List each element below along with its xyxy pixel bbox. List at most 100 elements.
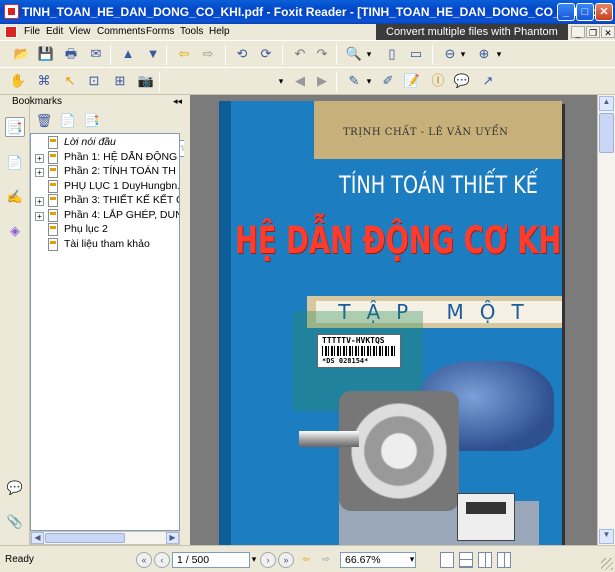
bookmark-page-icon: [48, 136, 58, 149]
typewriter-icon[interactable]: Ⓘ: [428, 71, 448, 91]
promo-banner[interactable]: Convert multiple files with Phantom: [376, 24, 568, 40]
bookmarks-panel-icon[interactable]: 📑: [5, 117, 25, 137]
scroll-left-button[interactable]: ◀: [31, 532, 44, 544]
open-folder-icon[interactable]: 📂: [12, 44, 32, 64]
text-tool-icon[interactable]: ⊞: [110, 71, 130, 91]
zoom-level-dropdown-icon[interactable]: ▾: [404, 552, 420, 568]
hand-tool-icon[interactable]: ✋: [8, 71, 28, 91]
document-vertical-scrollbar[interactable]: ▲ ▼: [597, 95, 615, 545]
resize-grip[interactable]: [601, 558, 613, 570]
menu-view[interactable]: View: [69, 26, 91, 37]
next-page-circle-icon[interactable]: ▼: [143, 44, 163, 64]
new-child-bookmark-icon[interactable]: 📑: [82, 111, 102, 131]
paperclip-icon[interactable]: 📎: [5, 512, 25, 532]
title-bar[interactable]: TINH_TOAN_HE_DAN_DONG_CO_KHI.pdf - Foxit…: [0, 0, 615, 24]
print-icon[interactable]: 🖶: [61, 44, 81, 64]
add-bookmark-icon[interactable]: 📄: [58, 111, 78, 131]
zoom-in-dropdown-icon[interactable]: ▾: [494, 44, 504, 64]
layers-panel-icon[interactable]: ✍: [5, 187, 25, 207]
bookmark-label: Lời nói đầu: [64, 136, 116, 148]
history-forward-icon[interactable]: ⇨: [318, 552, 334, 568]
zoom-out-dropdown-icon[interactable]: ▾: [458, 44, 468, 64]
menu-file[interactable]: File: [24, 26, 40, 37]
forward-arrow-icon[interactable]: ⇨: [198, 44, 218, 64]
control-panel-illustration: [457, 493, 515, 541]
find-prev-icon[interactable]: ◀: [290, 71, 310, 91]
expand-toggle-icon[interactable]: +: [35, 153, 44, 163]
continuous-view-icon[interactable]: [459, 552, 473, 568]
expand-toggle-icon[interactable]: +: [35, 168, 44, 177]
bookmark-page-icon: [48, 165, 58, 178]
bookmark-label: Phần 2: TÍNH TOÁN TH: [64, 165, 176, 177]
prev-page-circle-icon[interactable]: ▲: [118, 44, 138, 64]
menu-tools[interactable]: Tools: [180, 26, 203, 37]
save-icon[interactable]: 💾: [36, 44, 56, 64]
bookmark-label: Tài liệu tham khảo: [64, 237, 150, 250]
undo-icon[interactable]: ↶: [290, 44, 310, 64]
fit-page-icon[interactable]: ▯: [382, 44, 402, 64]
prev-page-button[interactable]: ‹: [154, 552, 170, 568]
pen-dropdown-icon[interactable]: ▾: [364, 71, 374, 91]
doc-close-button[interactable]: ✕: [601, 26, 615, 38]
scroll-up-button[interactable]: ▲: [599, 96, 614, 111]
redo-icon[interactable]: ↷: [312, 44, 332, 64]
minimize-button[interactable]: _: [557, 3, 575, 21]
attachments-eraser-icon[interactable]: ◈: [5, 221, 25, 241]
zoom-out-icon[interactable]: ⊖: [440, 44, 460, 64]
comments-panel-icon[interactable]: 💬: [5, 478, 25, 498]
note-edit-icon[interactable]: 📝: [402, 71, 422, 91]
highlight-icon[interactable]: ✐: [378, 71, 398, 91]
continuous-facing-view-icon[interactable]: [497, 552, 511, 568]
find-next-icon[interactable]: ▶: [312, 71, 332, 91]
menu-help[interactable]: Help: [209, 26, 230, 37]
document-scroll-thumb[interactable]: [599, 113, 614, 153]
document-icon[interactable]: [5, 26, 17, 38]
snapshot-icon[interactable]: ⊡: [84, 71, 104, 91]
expand-toggle-icon[interactable]: +: [35, 211, 44, 221]
gear-illustration: [339, 391, 459, 511]
toolbar-separator: [282, 45, 283, 65]
page-number-field[interactable]: 1 / 500: [172, 552, 250, 568]
scroll-thumb[interactable]: [45, 533, 125, 543]
doc-minimize-button[interactable]: _: [571, 26, 585, 38]
menu-forms[interactable]: Forms: [146, 26, 174, 37]
comment-icon[interactable]: 💬: [452, 71, 472, 91]
select-text-icon[interactable]: ⌘: [34, 71, 54, 91]
history-back-icon[interactable]: ⇦: [298, 552, 314, 568]
zoom-tool-icon[interactable]: 🔍: [344, 44, 364, 64]
email-icon[interactable]: ✉: [86, 44, 106, 64]
pages-panel-icon[interactable]: 📄: [5, 153, 25, 173]
camera-icon[interactable]: 📷: [136, 71, 156, 91]
find-dropdown-icon[interactable]: ▾: [276, 71, 286, 91]
back-arrow-icon[interactable]: ⇦: [174, 44, 194, 64]
facing-view-icon[interactable]: [478, 552, 492, 568]
menu-comments[interactable]: Comments: [97, 26, 145, 37]
rotate-right-icon[interactable]: ⟳: [256, 44, 276, 64]
bookmarks-horizontal-scrollbar[interactable]: ◀ ▶: [30, 531, 180, 545]
collapse-panel-icon[interactable]: ◂◂: [173, 96, 182, 107]
toolbar-separator: [166, 45, 167, 65]
select-arrow-icon[interactable]: ↖: [60, 71, 80, 91]
delete-bookmark-icon[interactable]: 🗑: [34, 111, 54, 131]
last-page-button[interactable]: »: [278, 552, 294, 568]
first-page-button[interactable]: «: [136, 552, 152, 568]
zoom-dropdown-icon[interactable]: ▾: [364, 44, 374, 64]
fit-width-icon[interactable]: ▭: [406, 44, 426, 64]
menu-edit[interactable]: Edit: [46, 26, 63, 37]
barcode-line1: TTTTTV-HVKTQS: [322, 336, 385, 345]
arrow-annotation-icon[interactable]: ↗: [478, 71, 498, 91]
scroll-right-button[interactable]: ▶: [166, 532, 179, 544]
doc-restore-button[interactable]: ❐: [586, 26, 600, 38]
scroll-down-button[interactable]: ▼: [599, 529, 614, 544]
maximize-button[interactable]: □: [576, 3, 594, 21]
zoom-in-icon[interactable]: ⊕: [474, 44, 494, 64]
next-page-button[interactable]: ›: [260, 552, 276, 568]
rotate-left-icon[interactable]: ⟲: [232, 44, 252, 64]
expand-toggle-icon[interactable]: +: [35, 197, 44, 206]
document-view[interactable]: TRỊNH CHẤT - LÊ VĂN UYỂN TÍNH TOÁN THIẾT…: [190, 95, 597, 545]
close-button[interactable]: ✕: [595, 3, 613, 21]
cover-left-band: [219, 101, 231, 545]
pen-tool-icon[interactable]: ✎: [344, 71, 364, 91]
single-page-view-icon[interactable]: [440, 552, 454, 568]
bookmarks-tree[interactable]: Lời nói đầu + Phần 1: HỆ DẪN ĐỘNG + Phần 2: …: [30, 133, 180, 531]
